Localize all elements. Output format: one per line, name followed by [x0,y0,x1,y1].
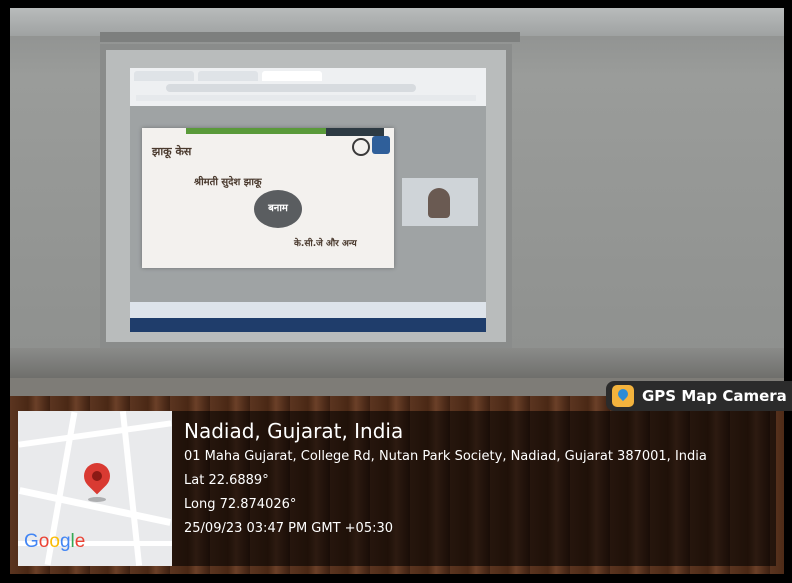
pin-shadow [88,497,106,502]
location-map: Google [18,411,172,566]
address-bar [166,84,416,92]
slide-party1: श्रीमती सुदेश झाकू [194,177,262,188]
slide-party2: के.सी.जे और अन्य [294,239,357,249]
gps-map-camera-badge: GPS Map Camera [606,381,792,411]
screen-mount [100,32,520,42]
presentation-slide: झाकू केस श्रीमती सुदेश झाकू बनाम के.सी.ज… [142,128,394,268]
location-pin-icon [78,457,116,495]
projected-screen: झाकू केस श्रीमती सुदेश झाकू बनाम के.सी.ज… [106,50,506,342]
browser-tab [134,71,194,81]
slide-versus: बनाम [254,190,302,228]
location-title: Nadiad, Gujarat, India [184,419,404,443]
browser-tab [262,71,322,81]
emblem-icon [352,138,370,156]
participant-figure [428,188,450,218]
location-info-panel: Nadiad, Gujarat, India 01 Maha Gujarat, … [172,411,776,566]
slide-share-bar [186,128,326,134]
slide-title: झाकू केस [152,145,192,158]
wall [10,348,784,378]
photo-frame: झाकू केस श्रीमती सुदेश झाकू बनाम के.सी.ज… [0,0,792,583]
view-options-button [326,128,384,136]
browser-chrome [130,68,486,107]
gps-camera-icon [612,385,634,407]
google-logo: Google [24,531,86,552]
latitude: Lat 22.6889° [184,473,269,488]
address-line: 01 Maha Gujarat, College Rd, Nutan Park … [184,449,707,464]
browser-tab [198,71,258,81]
timestamp: 25/09/23 03:47 PM GMT +05:30 [184,521,394,536]
bookmarks-bar [136,95,476,101]
longitude: Long 72.874026° [184,497,297,512]
institute-logo-icon [372,136,390,154]
participant-video [402,178,478,226]
windows-taskbar [130,318,486,332]
map-road [18,420,172,448]
gps-badge-label: GPS Map Camera [642,387,787,405]
